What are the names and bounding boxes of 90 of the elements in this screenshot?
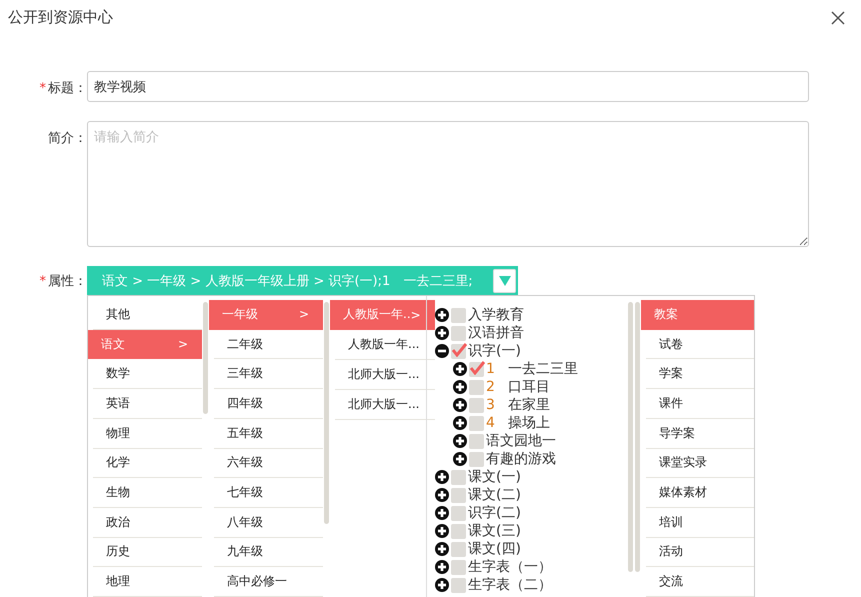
expand-icon[interactable] bbox=[435, 524, 449, 538]
checkbox[interactable] bbox=[451, 578, 466, 592]
list-item[interactable]: 四年级 bbox=[214, 389, 323, 419]
checkbox[interactable] bbox=[451, 308, 466, 322]
tree-item[interactable]: 识字(一) bbox=[468, 342, 521, 360]
checkbox[interactable] bbox=[451, 488, 466, 502]
checkbox[interactable] bbox=[469, 434, 484, 448]
list-item[interactable]: 七年级 bbox=[214, 478, 323, 508]
tree-item[interactable]: 3 在家里 bbox=[486, 396, 550, 414]
tree-item[interactable]: 生字表（一） bbox=[468, 558, 552, 576]
list-item[interactable]: 三年级 bbox=[214, 359, 323, 390]
expand-icon[interactable] bbox=[435, 542, 449, 556]
expand-icon[interactable] bbox=[435, 326, 449, 340]
tree-item[interactable]: 入学教育 bbox=[468, 306, 524, 324]
checkbox[interactable] bbox=[451, 506, 466, 520]
collapse-icon[interactable] bbox=[435, 344, 449, 358]
expand-icon[interactable] bbox=[435, 470, 449, 484]
triangle-down-icon bbox=[498, 276, 510, 286]
scrollbar[interactable] bbox=[628, 302, 633, 572]
list-item[interactable]: 媒体素材 bbox=[646, 478, 754, 508]
list-item[interactable]: 生物 bbox=[93, 478, 202, 508]
field-label: *标题： bbox=[40, 80, 87, 97]
dialog-title: 公开到资源中心 bbox=[8, 8, 113, 27]
tree-item[interactable]: 课文(二) bbox=[468, 486, 521, 504]
list-item[interactable]: 北师大版一... bbox=[335, 360, 435, 390]
expand-icon[interactable] bbox=[453, 452, 467, 466]
tree-item[interactable]: 4 操场上 bbox=[486, 414, 550, 432]
intro-textarea[interactable]: 请输入简介 bbox=[87, 121, 809, 247]
checkbox[interactable] bbox=[451, 326, 466, 340]
checkbox[interactable] bbox=[451, 524, 466, 538]
checkbox[interactable] bbox=[469, 452, 484, 466]
list-item[interactable]: 人教版一年... bbox=[335, 330, 435, 360]
tree-item[interactable]: 课文(一) bbox=[468, 468, 521, 486]
list-item[interactable]: 英语 bbox=[93, 389, 202, 419]
checkbox[interactable] bbox=[469, 416, 484, 430]
list-item[interactable]: 课堂实录 bbox=[646, 448, 754, 478]
expand-icon[interactable] bbox=[435, 560, 449, 574]
list-item[interactable]: 历史 bbox=[93, 538, 202, 568]
list-item[interactable]: 五年级 bbox=[214, 418, 323, 449]
tree-item[interactable]: 语文园地一 bbox=[486, 432, 556, 450]
tree-item[interactable]: 有趣的游戏 bbox=[486, 450, 556, 468]
tree-item[interactable]: 课文(三) bbox=[468, 522, 521, 540]
tree-item[interactable]: 2 口耳目 bbox=[486, 378, 550, 396]
checkbox[interactable] bbox=[451, 560, 466, 574]
close-button[interactable] bbox=[829, 8, 847, 26]
expand-icon[interactable] bbox=[435, 578, 449, 592]
scrollbar[interactable] bbox=[324, 302, 329, 524]
list-item[interactable]: 数学 bbox=[93, 359, 202, 390]
tree-item[interactable]: 1 一去二三里 bbox=[486, 360, 578, 378]
expand-icon[interactable] bbox=[435, 488, 449, 502]
expand-icon[interactable] bbox=[453, 362, 467, 376]
list-item[interactable]: 交流 bbox=[646, 567, 754, 597]
list-item[interactable]: 二年级 bbox=[214, 330, 323, 360]
checkbox[interactable] bbox=[451, 542, 466, 556]
title-input[interactable]: 教学视频 bbox=[87, 71, 809, 102]
list-item[interactable]: 培训 bbox=[646, 508, 754, 538]
list-item[interactable]: 课件 bbox=[646, 389, 754, 419]
list-item[interactable]: 六年级 bbox=[214, 448, 323, 478]
scrollbar[interactable] bbox=[203, 302, 208, 414]
expand-icon[interactable] bbox=[453, 398, 467, 412]
field-label: *属性： bbox=[40, 273, 87, 290]
expand-icon[interactable] bbox=[435, 308, 449, 322]
checkbox[interactable] bbox=[451, 344, 466, 358]
scrollbar[interactable] bbox=[635, 302, 640, 572]
tree-item[interactable]: 识字(二) bbox=[468, 504, 521, 522]
list-item[interactable]: 学案 bbox=[646, 359, 754, 390]
list-item[interactable]: 政治 bbox=[93, 508, 202, 538]
list-item[interactable]: 物理 bbox=[93, 418, 202, 449]
list-item[interactable]: 试卷 bbox=[646, 330, 754, 360]
tree-item[interactable]: 课文(四) bbox=[468, 540, 521, 558]
list-item[interactable]: 化学 bbox=[93, 448, 202, 478]
list-item[interactable]: 高中必修一 bbox=[214, 567, 323, 597]
tree-item[interactable]: 汉语拼音 bbox=[468, 324, 524, 342]
list-item[interactable]: 北师大版一... bbox=[335, 390, 435, 420]
checkbox[interactable] bbox=[469, 380, 484, 394]
list-item[interactable]: 地理 bbox=[93, 567, 202, 597]
list-item[interactable]: 九年级 bbox=[214, 538, 323, 568]
expand-icon[interactable] bbox=[453, 416, 467, 430]
list-item[interactable]: 导学案 bbox=[646, 418, 754, 449]
tree-item[interactable]: 生字表（二） bbox=[468, 576, 552, 594]
field-label: 简介： bbox=[48, 130, 87, 147]
dropdown-toggle[interactable] bbox=[493, 268, 516, 292]
expand-icon[interactable] bbox=[453, 380, 467, 394]
list-item[interactable]: 八年级 bbox=[214, 508, 323, 538]
expand-icon[interactable] bbox=[435, 506, 449, 520]
expand-icon[interactable] bbox=[453, 434, 467, 448]
list-item[interactable]: 活动 bbox=[646, 538, 754, 568]
checkbox[interactable] bbox=[469, 362, 484, 376]
checkbox[interactable] bbox=[451, 470, 466, 484]
checkbox[interactable] bbox=[469, 398, 484, 412]
